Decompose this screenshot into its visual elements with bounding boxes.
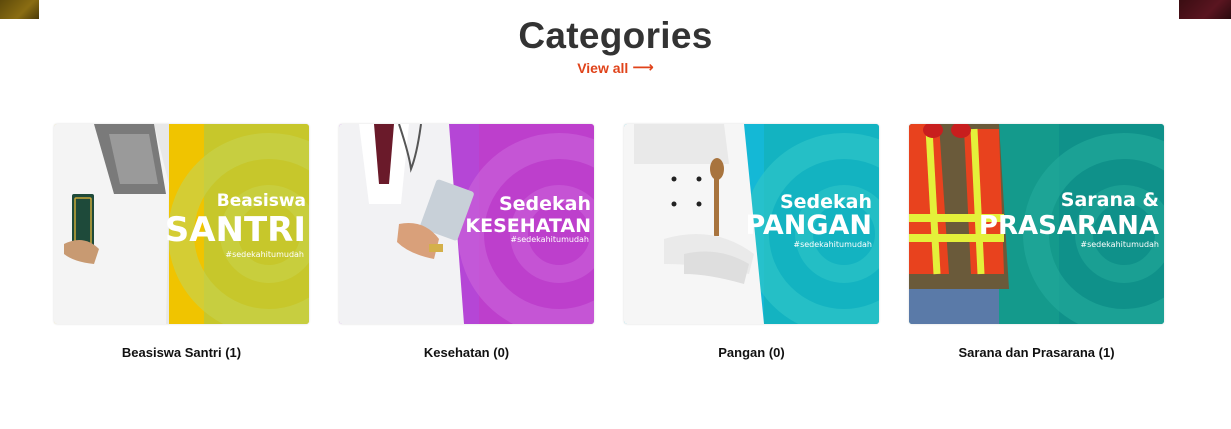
category-thumbnail[interactable]: Sedekah PANGAN #sedekahitumudah xyxy=(624,124,879,324)
category-thumbnail[interactable]: Sarana & PRASARANA #sedekahitumudah xyxy=(909,124,1164,324)
category-title[interactable]: Sarana dan Prasarana (1) xyxy=(909,345,1164,361)
banner-line1: Sedekah xyxy=(499,193,591,215)
category-title[interactable]: Pangan (0) xyxy=(624,345,879,361)
category-card-beasiswa-santri[interactable]: Beasiswa SANTRI #sedekahitumudah Beasisw… xyxy=(54,124,309,361)
banner-line2: PANGAN xyxy=(746,210,872,241)
category-thumbnail[interactable]: Beasiswa SANTRI #sedekahitumudah xyxy=(54,124,309,324)
banner-line2: KESEHATAN xyxy=(465,215,591,237)
banner-hashtag: #sedekahitumudah xyxy=(225,250,304,259)
banner-hashtag: #sedekahitumudah xyxy=(793,240,872,249)
view-all-link[interactable]: View all ⟶ xyxy=(577,59,654,77)
banner-hashtag: #sedekahitumudah xyxy=(1080,240,1159,249)
category-title[interactable]: Beasiswa Santri (1) xyxy=(54,345,309,361)
category-title[interactable]: Kesehatan (0) xyxy=(339,345,594,361)
category-thumbnail[interactable]: Sedekah KESEHATAN #sedekahitumudah xyxy=(339,124,594,324)
category-card-kesehatan[interactable]: Sedekah KESEHATAN #sedekahitumudah Keseh… xyxy=(339,124,594,361)
santri-person-icon xyxy=(54,124,169,324)
section-header: Categories View all ⟶ xyxy=(0,14,1231,78)
banner-line1: Sarana & xyxy=(1061,189,1159,211)
category-card-pangan[interactable]: Sedekah PANGAN #sedekahitumudah Pangan (… xyxy=(624,124,879,361)
arrow-right-icon: ⟶ xyxy=(632,59,654,76)
banner-line2: PRASARANA xyxy=(979,211,1159,241)
banner-line1: Beasiswa xyxy=(217,191,306,211)
category-card-sarana-prasarana[interactable]: Sarana & PRASARANA #sedekahitumudah Sara… xyxy=(909,124,1164,361)
category-list: Beasiswa SANTRI #sedekahitumudah Beasisw… xyxy=(54,124,1164,361)
view-all-label: View all xyxy=(577,60,629,76)
banner-line2: SANTRI xyxy=(165,210,306,250)
page-title: Categories xyxy=(518,15,713,56)
chef-icon xyxy=(624,124,764,324)
banner-hashtag: #sedekahitumudah xyxy=(510,235,589,244)
